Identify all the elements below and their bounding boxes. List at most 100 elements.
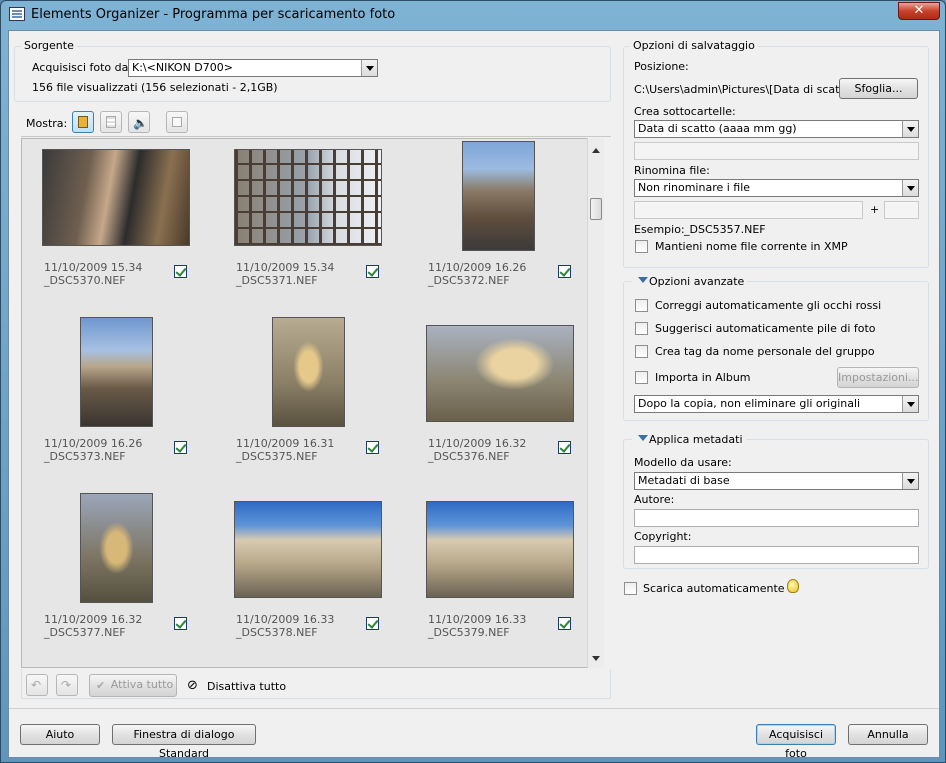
photo-thumbnail-partial[interactable] xyxy=(272,667,345,668)
source-dropdown[interactable]: K:\<NIKON D700> xyxy=(128,59,378,77)
rename-number-field[interactable] xyxy=(884,201,919,219)
photo-filename: _DSC5370.NEF xyxy=(44,274,126,287)
collapse-triangle-icon[interactable] xyxy=(638,435,648,446)
show-other-button[interactable] xyxy=(166,111,188,133)
photo-thumbnail[interactable] xyxy=(234,501,382,598)
photo-thumbnail[interactable] xyxy=(42,149,190,246)
rename-text-field[interactable] xyxy=(634,201,863,219)
scroll-down-icon[interactable] xyxy=(592,656,600,665)
photo-filename: _DSC5372.NEF xyxy=(428,274,510,287)
thumbnail-item[interactable]: 11/10/2009 15.34 _DSC5370.NEF xyxy=(22,139,214,315)
photo-checkbox[interactable] xyxy=(366,265,379,278)
thumbnail-grid[interactable]: 11/10/2009 15.34 _DSC5370.NEF 11/10/2009… xyxy=(21,138,599,668)
photo-thumbnail[interactable] xyxy=(426,325,574,422)
photo-date: 11/10/2009 16.32 xyxy=(428,437,527,450)
redeye-checkbox[interactable] xyxy=(635,299,648,312)
copyright-label: Copyright: xyxy=(634,530,692,543)
album-settings-button[interactable]: Impostazioni... xyxy=(837,367,919,388)
check-all-icon: ✔ xyxy=(96,679,106,692)
subfolder-label: Crea sottocartelle: xyxy=(634,105,736,118)
advanced-legend[interactable]: Opzioni avanzate xyxy=(632,274,748,288)
chevron-down-icon[interactable] xyxy=(902,396,918,412)
photo-checkbox[interactable] xyxy=(366,441,379,454)
stacks-label: Suggerisci automaticamente pile di foto xyxy=(655,322,876,335)
rename-dropdown[interactable]: Non rinominare i file xyxy=(634,179,919,197)
show-photos-button[interactable] xyxy=(72,111,94,133)
plus-sign: + xyxy=(870,203,880,216)
chevron-down-icon[interactable] xyxy=(361,60,377,76)
show-audio-button[interactable]: 🔈 xyxy=(128,111,150,133)
thumbnail-item[interactable]: 11/10/2009 16.33 _DSC5378.NEF xyxy=(214,491,406,667)
photo-thumbnail[interactable] xyxy=(80,493,153,603)
copyright-field[interactable] xyxy=(634,546,919,564)
photo-checkbox[interactable] xyxy=(174,265,187,278)
photo-checkbox[interactable] xyxy=(174,441,187,454)
tags-checkbox[interactable] xyxy=(635,345,648,358)
author-label: Autore: xyxy=(634,493,675,506)
title-bar[interactable]: Elements Organizer - Programma per scari… xyxy=(1,1,945,29)
subfolder-dropdown[interactable]: Data di scatto (aaaa mm gg) xyxy=(634,120,919,138)
help-button[interactable]: Aiuto xyxy=(20,724,100,745)
thumbnail-item[interactable]: 11/10/2009 15.34 _DSC5371.NEF xyxy=(214,139,406,315)
photo-checkbox[interactable] xyxy=(558,265,571,278)
keep-name-checkbox[interactable] xyxy=(635,240,648,253)
author-field[interactable] xyxy=(634,509,919,527)
photo-checkbox[interactable] xyxy=(174,617,187,630)
photo-checkbox[interactable] xyxy=(366,617,379,630)
close-button[interactable]: ✕ xyxy=(898,2,940,20)
tags-label: Crea tag da nome personale del gruppo xyxy=(655,345,875,358)
dialog-body: Sorgente Acquisisci foto da: K:\<NIKON D… xyxy=(8,30,940,760)
rotate-left-button[interactable]: ↶ xyxy=(26,674,48,696)
deactivate-all-button[interactable]: Disattiva tutto xyxy=(207,680,286,693)
photo-thumbnail[interactable] xyxy=(234,149,382,246)
photo-date: 11/10/2009 16.26 xyxy=(428,261,527,274)
uncheck-all-icon: ⊘ xyxy=(187,678,198,693)
thumbnail-item[interactable]: 11/10/2009 16.33 _DSC5379.NEF xyxy=(406,491,598,667)
auto-download-checkbox[interactable] xyxy=(624,582,637,595)
photo-thumbnail-partial[interactable] xyxy=(80,667,153,668)
show-label: Mostra: xyxy=(26,117,68,130)
thumbnail-item[interactable]: 11/10/2009 16.32 _DSC5377.NEF xyxy=(22,491,214,667)
file-icon xyxy=(172,117,182,127)
chevron-down-icon[interactable] xyxy=(902,473,918,489)
chevron-down-icon[interactable] xyxy=(902,180,918,196)
template-dropdown[interactable]: Metadati di base xyxy=(634,472,919,490)
cancel-button[interactable]: Annulla xyxy=(848,724,928,745)
toolbar-divider xyxy=(21,136,611,137)
rename-value: Non rinominare i file xyxy=(638,181,751,194)
thumbnail-item[interactable]: 11/10/2009 16.26 _DSC5373.NEF xyxy=(22,315,214,491)
acquire-photos-button[interactable]: Acquisisci foto xyxy=(756,724,836,760)
photo-thumbnail[interactable] xyxy=(80,317,153,427)
source-legend: Sorgente xyxy=(21,39,77,52)
thumbnail-item[interactable]: 11/10/2009 16.26 _DSC5372.NEF xyxy=(406,139,598,315)
photo-thumbnail[interactable] xyxy=(462,141,535,251)
show-videos-button[interactable] xyxy=(100,111,122,133)
collapse-triangle-icon[interactable] xyxy=(638,277,648,288)
after-copy-dropdown[interactable]: Dopo la copia, non eliminare gli origina… xyxy=(634,395,919,413)
save-options-legend: Opzioni di salvataggio xyxy=(630,39,758,52)
photo-thumbnail[interactable] xyxy=(272,317,345,427)
photo-date: 11/10/2009 15.34 xyxy=(44,261,143,274)
photo-thumbnail[interactable] xyxy=(426,501,574,598)
chevron-down-icon[interactable] xyxy=(902,121,918,137)
browse-button[interactable]: Sfoglia... xyxy=(839,78,918,99)
photo-date: 11/10/2009 16.31 xyxy=(236,437,335,450)
scroll-up-icon[interactable] xyxy=(592,144,600,153)
photo-thumbnail-partial[interactable] xyxy=(464,667,537,668)
photo-date: 11/10/2009 16.32 xyxy=(44,613,143,626)
rotate-right-button[interactable]: ↷ xyxy=(56,674,78,696)
album-checkbox[interactable] xyxy=(635,371,648,384)
thumbnail-item[interactable]: 11/10/2009 16.31 _DSC5375.NEF xyxy=(214,315,406,491)
standard-dialog-button[interactable]: Finestra di dialogo Standard xyxy=(112,724,256,760)
activate-all-button[interactable]: ✔ Attiva tutto xyxy=(89,674,177,697)
stacks-checkbox[interactable] xyxy=(635,322,648,335)
thumbnail-item[interactable]: 11/10/2009 16.32 _DSC5376.NEF xyxy=(406,315,598,491)
photo-checkbox[interactable] xyxy=(558,441,571,454)
metadata-legend[interactable]: Applica metadati xyxy=(632,432,746,446)
subfolder-custom-field[interactable] xyxy=(634,142,919,160)
lightbulb-icon[interactable] xyxy=(787,579,799,593)
photo-checkbox[interactable] xyxy=(558,617,571,630)
grid-scrollbar[interactable] xyxy=(587,138,604,668)
scroll-thumb[interactable] xyxy=(590,198,602,220)
after-copy-value: Dopo la copia, non eliminare gli origina… xyxy=(638,397,861,410)
